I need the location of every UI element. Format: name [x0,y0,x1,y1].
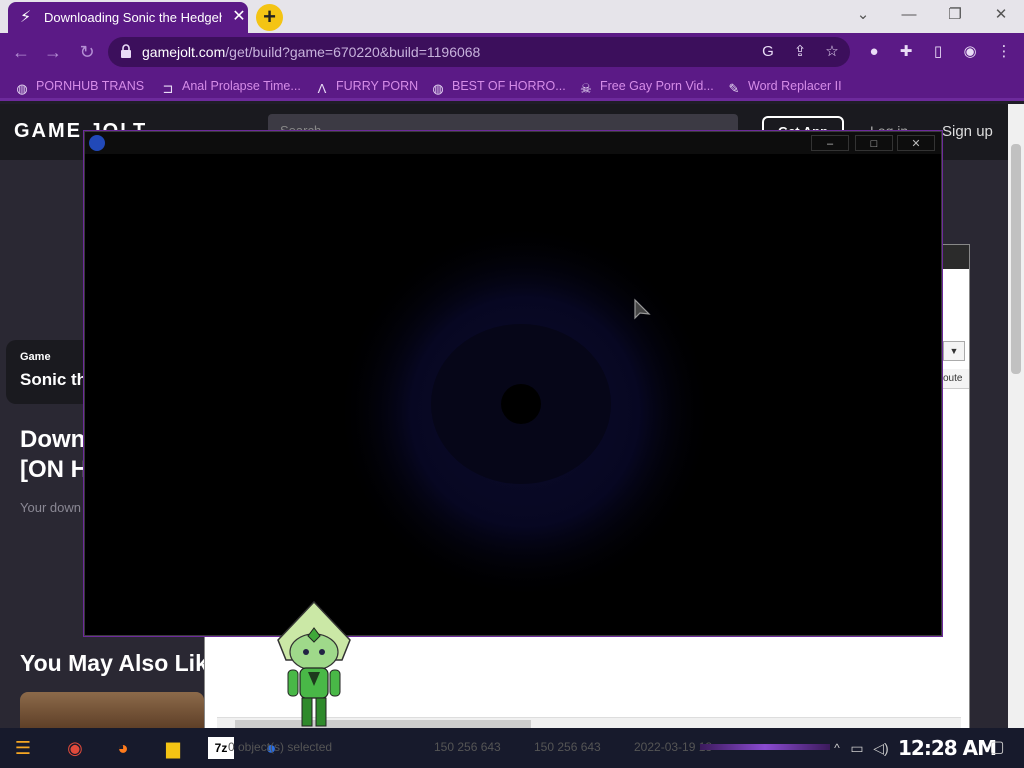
globe-icon: ◍ [432,81,444,96]
page-scrollbar[interactable] [1008,104,1024,728]
taskbar-decoration [700,744,830,750]
bookmark-label: Free Gay Porn Vid... [600,79,714,93]
tab-search-icon[interactable]: ⌄ [840,0,886,30]
start-menu-icon[interactable]: ☰ [8,734,38,762]
google-lens-icon[interactable]: G [758,42,778,62]
bookmark-label: PORNHUB TRANS [36,79,145,93]
status-size: 150 256 643 [434,740,501,754]
share-icon[interactable]: ⇪ [790,42,810,62]
download-title: Down [20,426,86,453]
forward-button[interactable]: → [42,41,64,63]
scrollbar-thumb[interactable] [1011,144,1021,374]
bookmark-label: BEST OF HORRO... [452,79,566,93]
sonic-silhouette-image [335,222,715,602]
bookmark-item[interactable]: ⊐ Anal Prolapse Time... [160,77,301,96]
side-panel-icon[interactable]: ▯ [928,42,948,62]
tab-strip: ⚡ Downloading Sonic the Hedgeh ✕ + ⌄ — ❐… [0,0,1024,33]
chevron-down-icon[interactable]: ▼ [943,341,965,361]
bookmark-item[interactable]: Λ FURRY PORN [314,77,419,96]
7zip-status-bar: 0 object(s) selected 150 256 643 150 256… [228,738,758,758]
bookmark-item[interactable]: ☠ Free Gay Porn Vid... [578,77,714,96]
url-path: /get/build?game=670220&build=1196068 [225,44,481,60]
game-minimize-button[interactable]: – [811,135,849,151]
signup-link[interactable]: Sign up [942,123,993,140]
status-packed-size: 150 256 643 [534,740,601,754]
game-name: Sonic th [20,370,88,389]
column-header[interactable]: oute [943,369,969,389]
url-host: gamejolt.com [142,44,226,60]
bookmark-label: Anal Prolapse Time... [182,79,301,93]
reload-button[interactable]: ↻ [76,41,98,63]
a-logo-icon: Λ [317,81,327,96]
globe-icon: ◍ [16,81,28,96]
bookmark-item[interactable]: ◍ BEST OF HORRO... [430,77,566,96]
bookmark-item[interactable]: ◍ PORNHUB TRANS [14,77,145,96]
recommended-game-thumbnail[interactable] [20,692,204,728]
mouse-cursor-icon [634,298,651,320]
peridot-character-image[interactable] [272,600,356,730]
download-title-line2: [ON H [20,456,88,483]
profile-extension-icon[interactable]: ● [864,42,884,62]
recommendations-heading: You May Also Lik [20,650,208,676]
bookmark-item[interactable]: ✎ Word Replacer II [726,77,842,96]
game-maximize-button[interactable]: □ [855,135,893,151]
skull-icon: ☠ [580,81,592,96]
bracket-icon: ⊐ [162,81,174,96]
firefox-icon[interactable]: ◕ [108,734,138,762]
bookmark-star-icon[interactable]: ☆ [822,42,842,62]
tab-title: Downloading Sonic the Hedgeh [44,10,222,25]
notifications-icon[interactable]: ▢ [982,734,1012,762]
restore-button[interactable]: ❐ [932,0,978,30]
sonic-app-icon [89,135,105,151]
status-selected: 0 object(s) selected [228,740,333,754]
download-subtitle: Your down [20,500,81,515]
game-close-button[interactable]: ✕ [897,135,935,151]
wr-icon: ✎ [728,81,740,96]
minimize-button[interactable]: — [886,0,932,30]
game-label: Game [20,351,51,363]
close-tab-icon[interactable]: ✕ [230,8,248,26]
gamejolt-favicon-icon: ⚡ [20,9,32,26]
file-explorer-icon[interactable]: ▆ [158,734,188,762]
new-tab-button[interactable]: + [256,4,283,31]
tab-active[interactable]: ⚡ Downloading Sonic the Hedgeh ✕ [8,2,248,33]
game-titlebar[interactable]: – □ ✕ [85,132,941,154]
volume-icon[interactable]: ◁) [866,734,896,762]
url-text: gamejolt.com/get/build?game=670220&build… [142,44,480,60]
chrome-icon[interactable]: ◉ [60,734,90,762]
extensions-puzzle-icon[interactable]: ✚ [896,42,916,62]
back-button[interactable]: ← [10,41,32,63]
sonic-game-window[interactable]: – □ ✕ [84,131,942,636]
bookmark-label: Word Replacer II [748,79,842,93]
bookmarks-bar: ◍ PORNHUB TRANS ⊐ Anal Prolapse Time... ΛF… [0,71,1024,101]
windows-taskbar: ☰ ◉ ◕ ▆ 7z ● 0 object(s) selected 150 25… [0,728,1024,768]
bookmark-label: FURRY PORN [336,79,419,93]
address-bar[interactable]: gamejolt.com/get/build?game=670220&build… [108,37,850,67]
browser-toolbar: ← → ↻ gamejolt.com/get/build?game=670220… [0,33,1024,71]
lock-icon [121,44,131,58]
menu-kebab-icon[interactable]: ⋮ [994,42,1014,62]
close-window-button[interactable]: ✕ [978,0,1024,30]
profile-avatar-icon[interactable]: ◉ [960,42,980,62]
